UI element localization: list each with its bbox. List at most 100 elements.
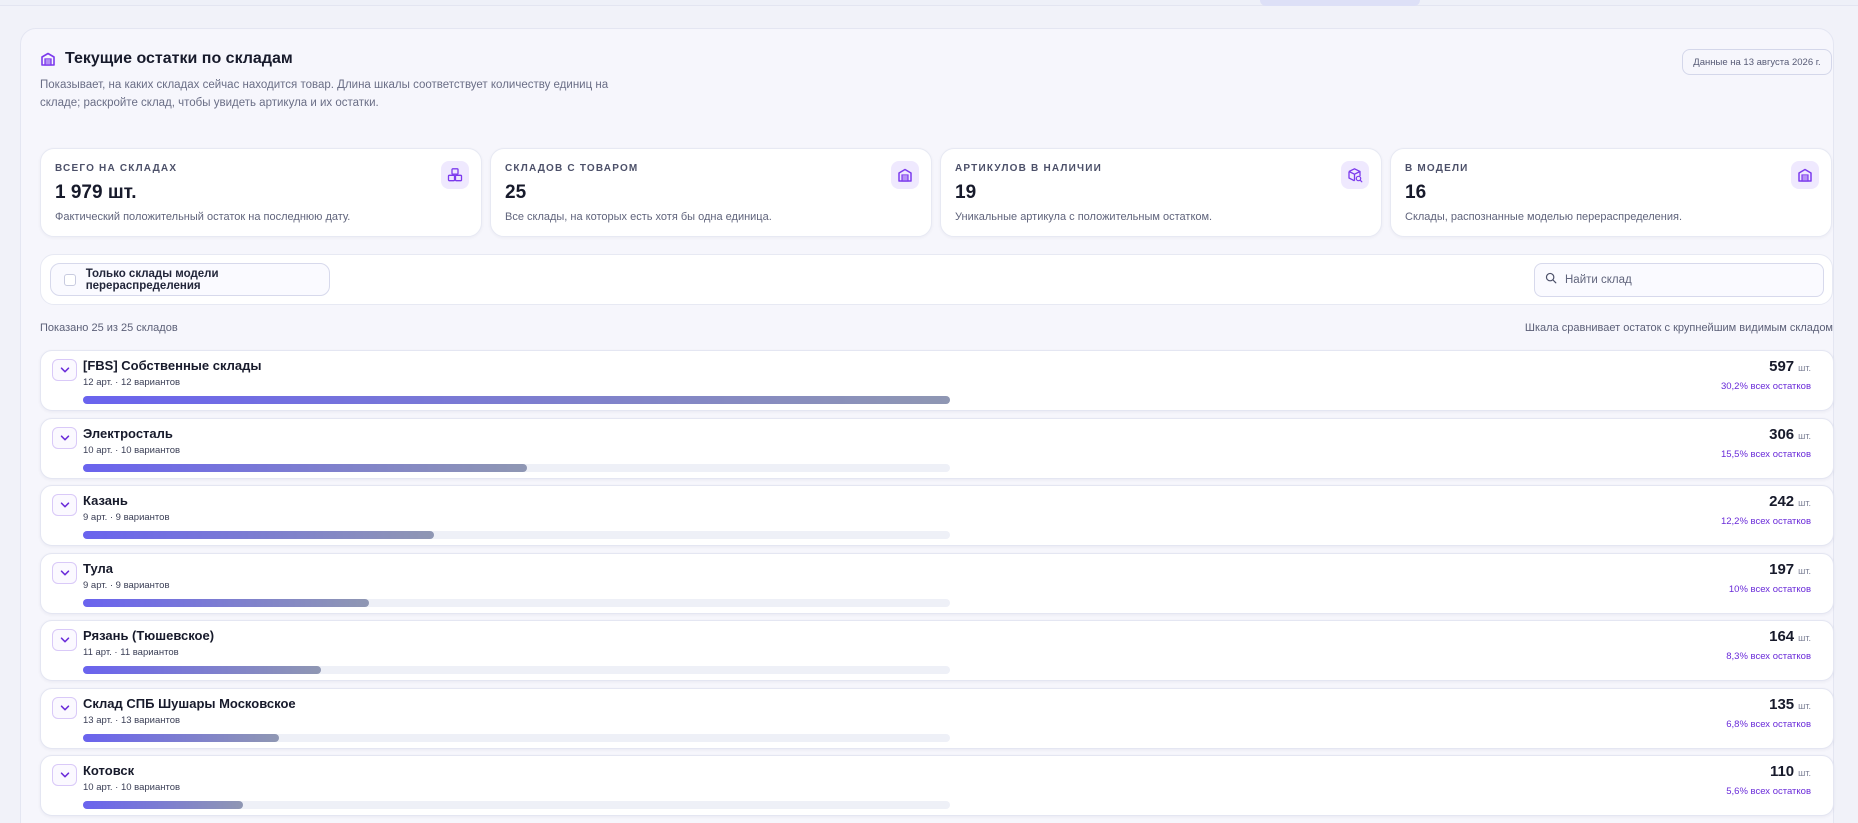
stat-label: ВСЕГО НА СКЛАДАХ bbox=[55, 163, 178, 174]
stock-bar-fill bbox=[83, 733, 280, 742]
stat-card: ВСЕГО НА СКЛАДАХ 1 979 шт. Фактический пол… bbox=[40, 148, 482, 237]
quantity-unit: шт. bbox=[1798, 498, 1811, 508]
warehouse-name: [FBS] Собственные склады bbox=[83, 358, 262, 373]
stock-bar-track bbox=[83, 733, 950, 742]
warehouse-name: Казань bbox=[83, 493, 128, 508]
warehouse-name: Котовск bbox=[83, 763, 135, 778]
stat-card: АРТИКУЛОВ В НАЛИЧИИ 19 Уникальные артикула… bbox=[940, 148, 1382, 237]
warehouse-row[interactable]: Рязань (Тюшевское) 11 арт. · 11 вариантов… bbox=[40, 620, 1834, 681]
warehouse-meta: 9 арт. · 9 вариантов bbox=[83, 579, 170, 591]
stat-label: В МОДЕЛИ bbox=[1405, 163, 1469, 174]
search-icon bbox=[1545, 271, 1557, 289]
chevron-down-icon bbox=[60, 704, 69, 710]
warehouse-meta: 13 арт. · 13 вариантов bbox=[83, 714, 181, 726]
stat-label: АРТИКУЛОВ В НАЛИЧИИ bbox=[955, 163, 1103, 174]
expand-button[interactable] bbox=[52, 764, 77, 786]
warehouse-quantity: 242 шт. bbox=[1769, 493, 1811, 510]
warehouse-quantity: 597 шт. bbox=[1769, 358, 1811, 375]
warehouse-meta: 9 арт. · 9 вариантов bbox=[83, 512, 170, 523]
warehouse-name: Тула bbox=[83, 560, 113, 576]
expand-button[interactable] bbox=[52, 359, 77, 381]
stock-bar-track bbox=[83, 598, 950, 607]
warehouse-share: 8,3% всех остатков bbox=[1726, 651, 1811, 662]
stat-description: Склады, распознанные моделью перераспред… bbox=[1405, 211, 1683, 223]
warehouse-row[interactable]: [FBS] Собственные склады 12 арт. · 12 вар… bbox=[40, 350, 1834, 411]
warehouse-share: 30,2% всех остатков bbox=[1720, 381, 1811, 392]
warehouse-name: Склад СПБ Шушары Московское bbox=[83, 695, 296, 711]
quantity-value: 197 bbox=[1769, 560, 1795, 578]
search-input[interactable] bbox=[1565, 274, 1805, 286]
expand-button[interactable] bbox=[52, 494, 77, 516]
warehouse-meta: 10 арт. · 10 вариантов bbox=[83, 782, 181, 793]
quantity-value: 164 bbox=[1769, 628, 1795, 645]
expand-button[interactable] bbox=[52, 629, 77, 651]
stat-value: 25 bbox=[505, 182, 527, 203]
page-description: Показывает, на каких складах сейчас нахо… bbox=[40, 79, 609, 109]
stock-bar-fill bbox=[83, 463, 528, 472]
warehouse-icon bbox=[1791, 161, 1819, 189]
quantity-unit: шт. bbox=[1798, 565, 1811, 576]
expand-button[interactable] bbox=[52, 696, 77, 719]
stock-bar-track bbox=[83, 463, 950, 472]
model-only-checkbox[interactable] bbox=[64, 273, 76, 286]
package-search-icon bbox=[1341, 161, 1369, 189]
warehouse-row[interactable]: Котовск 10 арт. · 10 вариантов 110 шт. 5,6% … bbox=[40, 755, 1834, 816]
chevron-down-icon bbox=[60, 502, 69, 508]
warehouse-meta: 11 арт. · 11 вариантов bbox=[83, 647, 179, 658]
quantity-value: 135 bbox=[1769, 695, 1795, 713]
stock-bar-fill bbox=[83, 531, 435, 539]
warehouse-row[interactable]: Казань 9 арт. · 9 вариантов 242 шт. 12,2% вс… bbox=[40, 485, 1834, 546]
stock-bar-track bbox=[83, 666, 950, 674]
stock-bar-track bbox=[83, 396, 950, 404]
page-title-text: Текущие остатки по складам bbox=[65, 50, 293, 67]
stock-bar-fill bbox=[83, 666, 322, 674]
stat-card: СКЛАДОВ С ТОВАРОМ 25 Все склады, на которы… bbox=[490, 148, 932, 237]
quantity-unit: шт. bbox=[1798, 430, 1811, 441]
warehouse-share: 10% всех остатков bbox=[1728, 583, 1811, 595]
quantity-value: 242 bbox=[1769, 493, 1795, 510]
stat-description: Все склады, на которых есть хотя бы одна… bbox=[505, 211, 772, 223]
stat-value: 16 bbox=[1405, 182, 1427, 203]
stock-bar-track bbox=[83, 531, 950, 539]
shown-count: Показано 25 из 25 складов bbox=[40, 322, 178, 334]
stat-description: Уникальные артикула с положительным оста… bbox=[955, 211, 1213, 223]
warehouse-meta: 12 арт. · 12 вариантов bbox=[83, 377, 181, 388]
data-date-badge: Данные на 13 августа 2026 г. bbox=[1682, 49, 1832, 75]
warehouse-row[interactable]: Электросталь 10 арт. · 10 вариантов 306 шт.… bbox=[40, 417, 1834, 479]
top-divider bbox=[0, 0, 1858, 6]
expand-button[interactable] bbox=[52, 561, 77, 584]
warehouse-icon bbox=[40, 51, 56, 67]
boxes-icon bbox=[441, 161, 469, 189]
filter-bar: Только склады модели перераспределения bbox=[40, 254, 1833, 305]
warehouse-row[interactable]: Склад СПБ Шушары Московское 13 арт. · 13 … bbox=[40, 687, 1834, 749]
quantity-unit: шт. bbox=[1798, 768, 1811, 778]
warehouse-quantity: 135 шт. bbox=[1769, 696, 1811, 713]
model-only-toggle[interactable]: Только склады модели перераспределения bbox=[50, 263, 330, 296]
chevron-down-icon bbox=[60, 367, 69, 373]
stat-value: 19 bbox=[955, 182, 977, 203]
warehouse-search[interactable] bbox=[1534, 263, 1824, 297]
stock-bar-fill bbox=[83, 396, 950, 404]
stock-bar-fill bbox=[83, 598, 370, 607]
warehouse-name: Рязань (Тюшевское) bbox=[83, 628, 215, 643]
stock-bar-track bbox=[83, 801, 950, 809]
expand-button[interactable] bbox=[52, 426, 77, 449]
warehouse-quantity: 197 шт. bbox=[1769, 561, 1811, 578]
warehouse-icon bbox=[891, 161, 919, 189]
quantity-unit: шт. bbox=[1798, 363, 1811, 373]
warehouse-share: 6,8% всех остатков bbox=[1726, 718, 1811, 730]
stat-description: Фактический положительный остаток на пос… bbox=[55, 211, 351, 223]
quantity-value: 110 bbox=[1769, 763, 1795, 780]
warehouse-row[interactable]: Тула 9 арт. · 9 вариантов 197 шт. 10% всех о… bbox=[40, 552, 1834, 614]
warehouse-quantity: 164 шт. bbox=[1769, 628, 1811, 645]
stat-label: СКЛАДОВ С ТОВАРОМ bbox=[505, 163, 639, 174]
model-only-label: Только склады модели перераспределения bbox=[85, 267, 219, 292]
chevron-down-icon bbox=[60, 772, 69, 778]
chevron-down-icon bbox=[60, 434, 69, 440]
chevron-down-icon bbox=[60, 637, 69, 643]
page-title: Текущие остатки по складам bbox=[40, 50, 293, 68]
warehouse-share: 5,6% всех остатков bbox=[1726, 786, 1811, 797]
top-tab-glow bbox=[1260, 0, 1420, 6]
stock-bar-fill bbox=[83, 801, 243, 809]
quantity-unit: шт. bbox=[1798, 700, 1811, 711]
